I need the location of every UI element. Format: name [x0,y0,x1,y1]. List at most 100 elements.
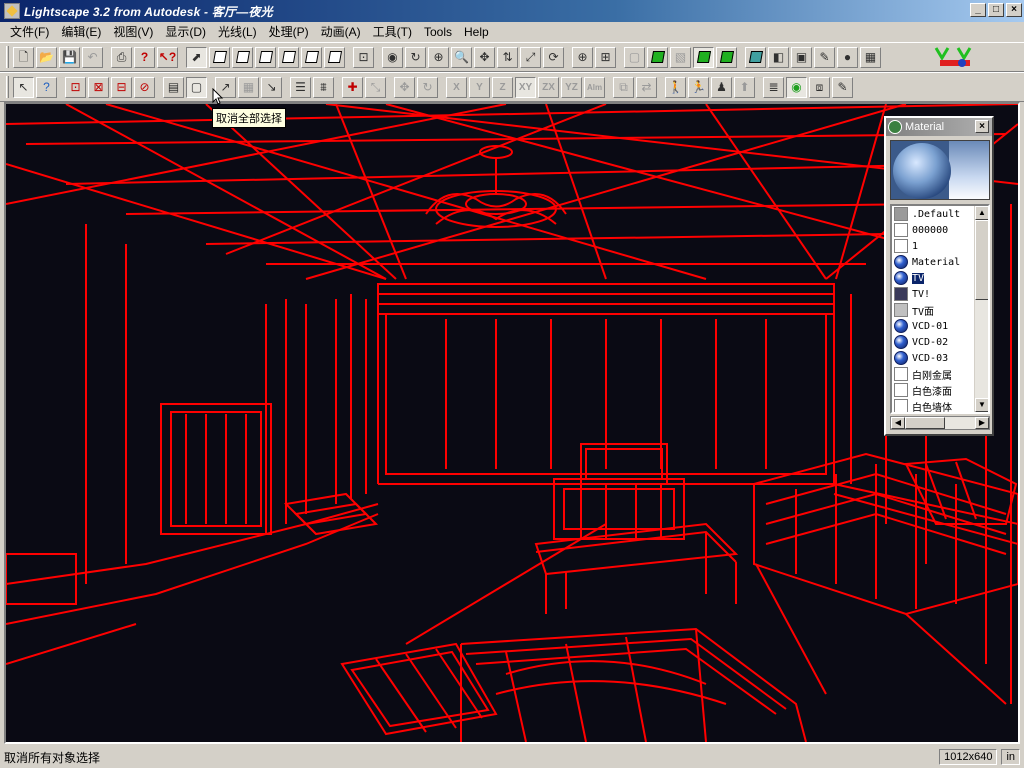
axis-x-label: X [453,81,460,93]
run-button[interactable]: 🏃 [688,76,709,98]
stand-button[interactable]: ⬆ [734,76,755,98]
title-bar[interactable]: Lightscape 3.2 from Autodesk - 客厅—夜光 _ □… [0,0,1024,22]
view-side-button[interactable] [255,46,276,68]
view-mode-button[interactable]: ⬈ [186,46,207,68]
menu-process[interactable]: 处理(P) [263,22,315,42]
eye-button[interactable]: ◉ [382,46,403,68]
zoom-extents-button[interactable]: ⊞ [595,46,616,68]
copy-button[interactable]: ⧉ [613,76,634,98]
deselect-all-button[interactable]: ▢ [186,76,207,98]
select-list-button[interactable]: ☰ [290,76,311,98]
instance-button[interactable]: ▣ [791,46,812,68]
render-shaded-button[interactable] [693,46,714,68]
menu-tools-cn[interactable]: 工具(T) [367,22,418,42]
menu-edit[interactable]: 编辑(E) [55,22,107,42]
render-hidden-button[interactable]: ▧ [670,46,691,68]
scroll-left-arrow[interactable]: ◀ [891,417,905,429]
print-button[interactable]: ⎙ [111,46,132,68]
luminaires-button[interactable]: ✎ [832,76,853,98]
select-window-button[interactable]: ⊡ [65,76,86,98]
rotate-button[interactable]: ⟳ [543,46,564,68]
render-solid-button[interactable] [647,46,668,68]
blocks-button[interactable]: ⧈ [809,76,830,98]
undo-button[interactable]: ↶ [82,46,103,68]
pan-button[interactable]: ✥ [474,46,495,68]
select-surface-button[interactable]: ? [36,76,57,98]
move-button[interactable]: ✥ [394,76,415,98]
toolbar-grip[interactable] [6,76,9,98]
axis-x-button[interactable]: X [446,76,467,98]
zoom-window-button[interactable]: ⊡ [353,46,374,68]
scroll-thumb[interactable] [975,220,988,300]
magnify-button[interactable]: 🔍 [451,46,472,68]
save-button[interactable]: 💾 [59,46,80,68]
grid-button[interactable]: ▦ [860,46,881,68]
tilt-button[interactable]: ⤢ [520,46,541,68]
orbit-button[interactable]: ↻ [405,46,426,68]
select-fence-button[interactable]: ⊟ [111,76,132,98]
menu-display[interactable]: 显示(D) [159,22,212,42]
main-toolbar: 🗋 📂 💾 ↶ ⎙ ? ↖? ⬈ ⊡ ◉ ↻ ⊕ 🔍 ✥ ⇅ ⤢ ⟳ ⊕ ⊞ ▢… [0,42,1024,72]
material-palette[interactable]: Material × .Default 000000 1 Material TV TV! T… [884,116,994,436]
zoom-in-button[interactable]: ⊕ [572,46,593,68]
menu-help[interactable]: Help [458,22,495,42]
zoom-button[interactable]: ⊕ [428,46,449,68]
minimize-button[interactable]: _ [970,3,986,17]
view-right-button[interactable] [324,46,345,68]
material-list[interactable]: .Default 000000 1 Material TV TV! TV面 VCD-01 VCD… [890,204,990,414]
select-group-button[interactable]: ▦ [238,76,259,98]
select-crossing-button[interactable]: ⊠ [88,76,109,98]
render-textured-button[interactable] [716,46,737,68]
close-button[interactable]: × [1006,3,1022,17]
scroll-down-arrow[interactable]: ▼ [975,398,988,412]
materials-button[interactable]: ◉ [786,76,807,98]
view-back-button[interactable] [278,46,299,68]
scroll-up-arrow[interactable]: ▲ [975,206,988,220]
scale-button[interactable]: ⤡ [365,76,386,98]
menu-view[interactable]: 视图(V) [107,22,159,42]
material-list-scrollbar[interactable]: ▲ ▼ [974,206,988,412]
menu-tools[interactable]: Tools [418,22,458,42]
layer-button[interactable] [745,46,766,68]
axis-z-button[interactable]: Z [492,76,513,98]
app-icon[interactable] [4,3,20,19]
axis-y-button[interactable]: Y [469,76,490,98]
maximize-button[interactable]: □ [988,3,1004,17]
rotate-object-button[interactable]: ↻ [417,76,438,98]
block-button[interactable]: ◧ [768,46,789,68]
add-point-button[interactable]: ✚ [342,76,363,98]
help-button[interactable]: ? [134,46,155,68]
open-file-button[interactable]: 📂 [36,46,57,68]
toolbar-grip[interactable] [6,46,9,68]
layers-button[interactable]: ≣ [763,76,784,98]
view-front-button[interactable] [232,46,253,68]
person-button[interactable]: ♟ [711,76,732,98]
view-top-button[interactable] [209,46,230,68]
mirror-button[interactable]: ⇄ [636,76,657,98]
menu-animation[interactable]: 动画(A) [315,22,367,42]
scroll-right-arrow[interactable]: ▶ [975,417,989,429]
3d-viewport[interactable] [4,102,1020,744]
axis-xy-button[interactable]: XY [515,76,536,98]
material-button[interactable]: ● [837,46,858,68]
render-wire-button[interactable]: ▢ [624,46,645,68]
menu-light[interactable]: 光线(L) [212,22,263,42]
context-help-button[interactable]: ↖? [157,46,178,68]
palette-close-button[interactable]: × [975,120,989,133]
view-left-button[interactable] [301,46,322,68]
select-remove-button[interactable]: ⊘ [134,76,155,98]
select-layer-button[interactable]: ↘ [261,76,282,98]
axis-all-button[interactable]: Alm [584,76,605,98]
select-button[interactable]: ↖ [13,76,34,98]
material-hscrollbar[interactable]: ◀ ▶ [890,416,990,430]
axis-zx-button[interactable]: ZX [538,76,559,98]
select-filter-button[interactable]: ⩩ [313,76,334,98]
walk-button[interactable]: 🚶 [665,76,686,98]
hscroll-thumb[interactable] [905,417,945,429]
new-file-button[interactable]: 🗋 [13,46,34,68]
axis-yz-button[interactable]: YZ [561,76,582,98]
menu-file[interactable]: 文件(F) [4,22,55,42]
dolly-button[interactable]: ⇅ [497,46,518,68]
light-button[interactable]: ✎ [814,46,835,68]
select-all-button[interactable]: ▤ [163,76,184,98]
